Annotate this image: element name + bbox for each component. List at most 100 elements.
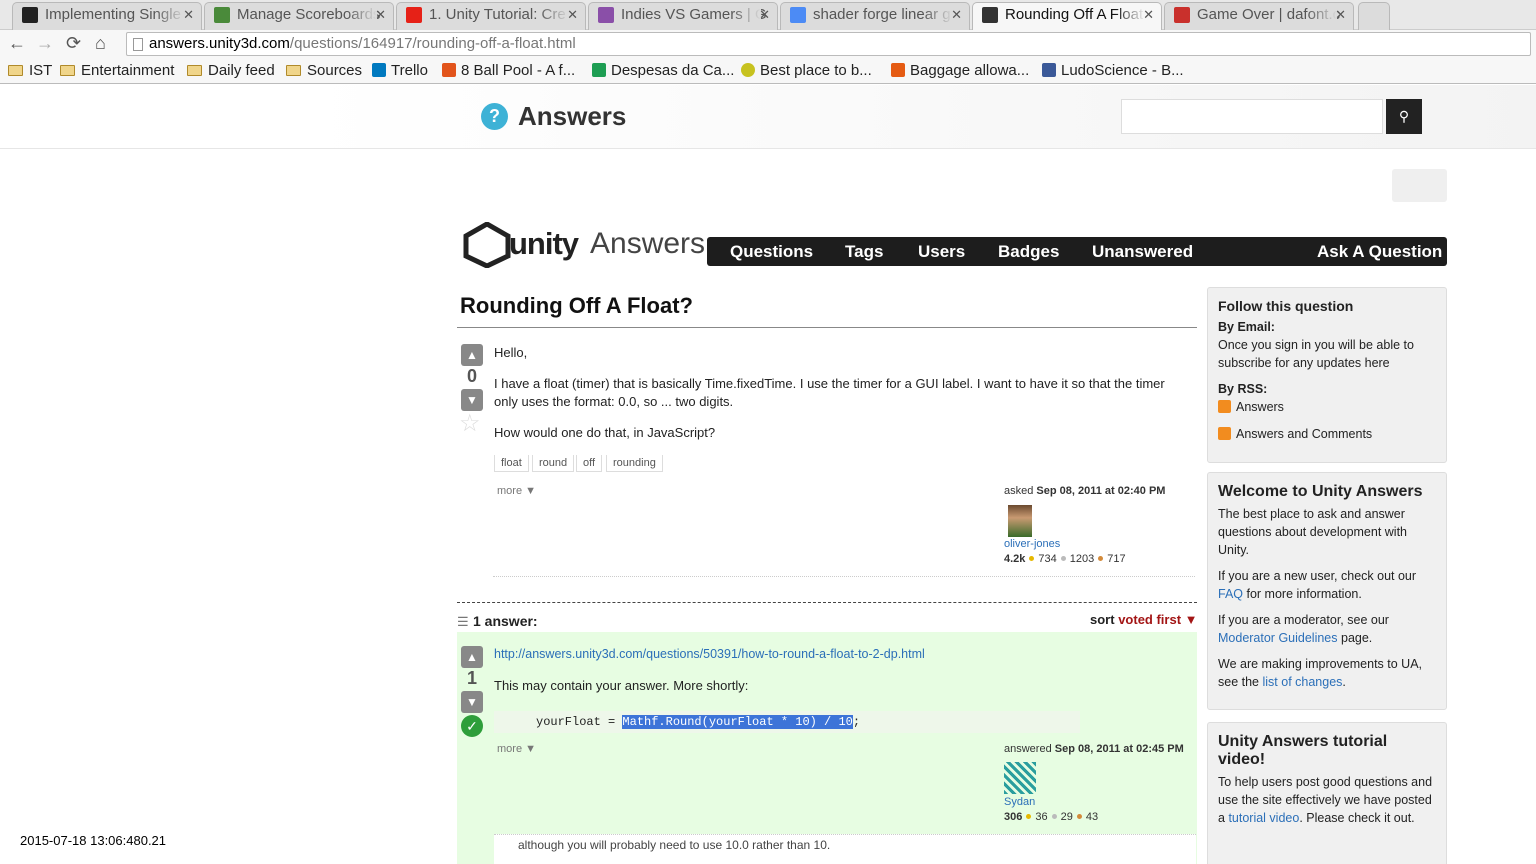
tag-round[interactable]: round [532, 455, 575, 472]
answer-vote-count: 1 [466, 668, 477, 688]
follow-title: Follow this question [1218, 298, 1354, 314]
comment: although you will probably need to use 1… [494, 834, 1196, 864]
close-icon[interactable]: ✕ [759, 3, 770, 27]
tag-rounding[interactable]: rounding [606, 455, 663, 472]
accepted-check-icon[interactable]: ✓ [461, 715, 483, 737]
folder-icon [187, 65, 202, 76]
unity-logo-icon [463, 222, 511, 268]
thumbs-up-icon[interactable]: ▲ [461, 646, 483, 668]
sort-control[interactable]: sort voted first ▼ [1090, 612, 1198, 627]
tutorial-panel: Unity Answers tutorial video! To help us… [1207, 722, 1447, 864]
answered-info: answered Sep 08, 2011 at 02:45 PM [1004, 743, 1184, 755]
browser-tab[interactable]: Game Over | dafont.c ✕ [1164, 2, 1354, 30]
answer-link[interactable]: http://answers.unity3d.com/questions/503… [494, 647, 925, 661]
thumbs-up-icon[interactable]: ▲ [461, 344, 483, 366]
tab-favicon [1174, 7, 1190, 23]
list-of-changes-link[interactable]: list of changes [1263, 675, 1343, 689]
bookmark[interactable]: Trello [372, 61, 428, 81]
close-icon[interactable]: ✕ [1335, 3, 1346, 27]
reload-icon[interactable]: ⟳ [66, 33, 81, 53]
welcome-panel: Welcome to Unity Answers The best place … [1207, 472, 1447, 710]
faq-link[interactable]: FAQ [1218, 587, 1243, 601]
close-icon[interactable]: ✕ [375, 3, 386, 27]
bookmark[interactable]: Baggage allowa... [891, 61, 1029, 81]
bookmark[interactable]: 8 Ball Pool - A f... [442, 61, 575, 81]
thumbs-down-icon[interactable]: ▼ [461, 389, 483, 411]
nav-badges[interactable]: Badges [998, 241, 1059, 262]
search-button[interactable]: ⚲ [1386, 99, 1422, 134]
question-mark-icon[interactable]: ? [481, 103, 508, 130]
unity-answers-logo[interactable]: unity Answers [462, 222, 705, 268]
ask-question-button[interactable]: Ask A Question [1317, 241, 1442, 262]
answer-more-menu[interactable]: more ▼ [497, 743, 536, 755]
question-more-menu[interactable]: more ▼ [497, 485, 536, 497]
logo-text-bold: unity [509, 226, 579, 261]
bookmark-folder[interactable]: IST [8, 61, 52, 81]
smiley-icon [741, 63, 755, 77]
selected-code: Mathf.Round(yourFloat * 10) / 10 [622, 715, 853, 729]
bookmark-folder[interactable]: Sources [286, 61, 362, 81]
avatar[interactable] [1004, 762, 1036, 794]
question-body-line: I have a float (timer) that is basically… [494, 376, 1165, 409]
nav-tags[interactable]: Tags [845, 241, 883, 262]
address-bar[interactable]: answers.unity3d.com/questions/164917/rou… [126, 32, 1531, 56]
tutorial-title: Unity Answers tutorial video! [1218, 733, 1388, 768]
close-icon[interactable]: ✕ [1143, 3, 1154, 27]
answer-text: This may contain your answer. More short… [494, 678, 749, 693]
question-title: Rounding Off A Float? [460, 293, 693, 318]
close-icon[interactable]: ✕ [183, 3, 194, 27]
tab-favicon [22, 7, 38, 23]
bookmarks-bar: IST Entertainment Daily feed Sources Tre… [0, 58, 1536, 84]
answer-author-link[interactable]: Sydan [1004, 796, 1035, 808]
browser-tab[interactable]: Implementing Single ✕ [12, 2, 202, 30]
question-body-line: How would one do that, in JavaScript? [494, 425, 716, 440]
favorite-star-icon[interactable]: ☆ [459, 409, 481, 438]
answer-count: 1 answer: [473, 613, 538, 629]
browser-toolbar: ← → ⟳ ⌂ answers.unity3d.com/questions/16… [0, 30, 1536, 58]
moderator-guidelines-link[interactable]: Moderator Guidelines [1218, 631, 1338, 645]
back-icon[interactable]: ← [8, 33, 26, 53]
forward-icon[interactable]: → [36, 33, 54, 53]
close-icon[interactable]: ✕ [567, 3, 578, 27]
list-icon: ☰ [457, 614, 469, 629]
rss-answers-comments-link[interactable]: Answers and Comments [1218, 425, 1436, 443]
site-title[interactable]: Answers [518, 101, 626, 132]
rss-icon [1218, 400, 1231, 413]
tab-favicon [214, 7, 230, 23]
tag-off[interactable]: off [576, 455, 603, 472]
folder-icon [8, 65, 23, 76]
nav-questions[interactable]: Questions [730, 241, 813, 262]
browser-tab[interactable]: Manage Scoreboards ✕ [204, 2, 394, 30]
home-icon[interactable]: ⌂ [95, 33, 106, 53]
question-author-link[interactable]: oliver-jones [1004, 538, 1060, 550]
rss-answers-link[interactable]: Answers [1218, 398, 1436, 416]
browser-tab-active[interactable]: Rounding Off A Float ✕ [972, 2, 1162, 30]
tab-favicon [406, 7, 422, 23]
nav-unanswered[interactable]: Unanswered [1092, 241, 1193, 262]
code-block: yourFloat = Mathf.Round(yourFloat * 10) … [494, 711, 1080, 733]
thumbs-down-icon[interactable]: ▼ [461, 691, 483, 713]
bookmark-folder[interactable]: Daily feed [187, 61, 275, 81]
question-vote-count: 0 [466, 366, 477, 386]
asked-info: asked Sep 08, 2011 at 02:40 PM [1004, 485, 1166, 497]
tab-favicon [790, 7, 806, 23]
nav-users[interactable]: Users [918, 241, 965, 262]
user-box[interactable] [1392, 169, 1447, 202]
divider [457, 327, 1197, 328]
bookmark[interactable]: Despesas da Ca... [592, 61, 734, 81]
bookmark[interactable]: Best place to b... [741, 61, 872, 81]
bookmark-folder[interactable]: Entertainment [60, 61, 174, 81]
search-input[interactable] [1121, 99, 1383, 134]
tutorial-video-link[interactable]: tutorial video [1228, 811, 1299, 825]
close-icon[interactable]: ✕ [951, 3, 962, 27]
browser-tab[interactable]: Indies VS Gamers | G ✕ [588, 2, 778, 30]
browser-tab[interactable]: 1. Unity Tutorial: Cre ✕ [396, 2, 586, 30]
overlay-timestamp: 2015-07-18 13:06:480.21 [20, 833, 167, 848]
new-tab-button[interactable] [1358, 2, 1390, 30]
tag-float[interactable]: float [494, 455, 529, 472]
folder-icon [60, 65, 75, 76]
browser-tab[interactable]: shader forge linear g ✕ [780, 2, 970, 30]
divider [457, 602, 1197, 603]
bookmark[interactable]: LudoScience - B... [1042, 61, 1184, 81]
avatar[interactable] [1008, 505, 1032, 537]
